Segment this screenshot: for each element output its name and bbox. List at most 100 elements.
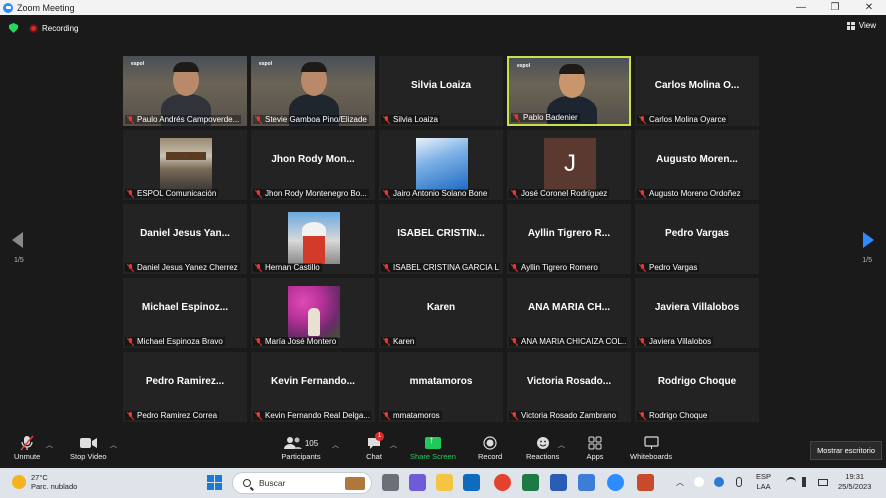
participant-tile[interactable]: Michael Espinoz... Michael Espinoza Bravo [123, 278, 247, 348]
participant-tile[interactable]: espol Pablo Badenier [507, 56, 631, 126]
participant-name: Javiera Villalobos [649, 337, 712, 346]
maximize-button[interactable]: ❐ [818, 0, 852, 15]
excel-icon[interactable] [522, 474, 539, 491]
participant-tile[interactable]: mmatamoros mmatamoros [379, 352, 503, 422]
participant-display-name: Augusto Moren... [656, 154, 738, 165]
minimize-button[interactable]: — [784, 0, 818, 15]
participant-tile[interactable]: Jairo Antonio Solano Bone [379, 130, 503, 200]
participant-tile[interactable]: ANA MARIA CH... ANA MARIA CHICAIZA COL... [507, 278, 631, 348]
clock[interactable]: 19:31 25/5/2023 [838, 472, 871, 492]
window-title: Zoom Meeting [17, 2, 75, 13]
search-highlight-image-icon [345, 477, 365, 490]
muted-microphone-icon [127, 115, 134, 124]
tray-overflow-chevron-icon[interactable]: ︿ [676, 477, 686, 487]
participant-tile[interactable]: J José Coronel Rodríguez [507, 130, 631, 200]
word-icon[interactable] [550, 474, 567, 491]
participant-tile[interactable]: Karen Karen [379, 278, 503, 348]
espol-logo: espol [517, 63, 531, 69]
show-desktop-tooltip[interactable]: Mostrar escritorio [810, 441, 882, 460]
security-shield-icon[interactable] [9, 23, 18, 33]
taskbar-search-box[interactable]: Buscar [232, 472, 372, 494]
chat-options-chevron-icon[interactable]: ︿ [390, 440, 397, 450]
participant-display-name: Ayllin Tigrero R... [527, 228, 611, 239]
wifi-icon[interactable] [786, 477, 796, 487]
participant-tile[interactable]: Pedro Ramirez... Pedro Ramirez Correa [123, 352, 247, 422]
participant-tile[interactable]: Carlos Molina O... Carlos Molina Oyarce [635, 56, 759, 126]
participant-tile[interactable]: Kevin Fernando... Kevin Fernando Real Del… [251, 352, 375, 422]
participants-button[interactable]: 105 Participants [281, 434, 321, 461]
onedrive-icon[interactable] [714, 477, 724, 487]
participant-tile[interactable]: . ESPOL Comunicación [123, 130, 247, 200]
speaker-icon[interactable] [802, 477, 810, 487]
participant-tile[interactable]: Hernan Castillo [251, 204, 375, 274]
share-screen-button[interactable]: Share Screen [410, 434, 456, 461]
record-icon [480, 434, 500, 452]
photos-icon[interactable] [578, 474, 595, 491]
chrome-icon[interactable] [494, 474, 511, 491]
participant-name-label: Paulo Andrés Campoverde... [125, 115, 242, 124]
video-options-chevron-icon[interactable]: ︿ [110, 440, 117, 450]
participant-tile[interactable]: Javiera Villalobos Javiera Villalobos [635, 278, 759, 348]
unmute-label: Unmute [14, 452, 41, 461]
weather-widget[interactable]: 27°C Parc. nublado [12, 473, 77, 491]
whiteboards-button[interactable]: Whiteboards [630, 434, 672, 461]
participant-display-name: Carlos Molina O... [654, 80, 740, 91]
participant-tile[interactable]: Victoria Rosado... Victoria Rosado Zambra… [507, 352, 631, 422]
participant-tile[interactable]: Jhon Rody Mon... Jhon Rody Montenegro Bo.… [251, 130, 375, 200]
participant-tile[interactable]: María José Montero [251, 278, 375, 348]
participant-tile[interactable]: Augusto Moren... Augusto Moreno Ordoñez [635, 130, 759, 200]
participant-tile[interactable]: espol Stevie Gamboa Pino/Elizade [251, 56, 375, 126]
participant-gallery: espol Paulo Andrés Campoverde... espol Stev… [123, 56, 763, 426]
teams-chat-icon[interactable] [409, 474, 426, 491]
powerpoint-icon[interactable] [637, 474, 654, 491]
participant-tile[interactable]: Pedro Vargas Pedro Vargas [635, 204, 759, 274]
view-button[interactable]: View [846, 21, 876, 30]
reactions-options-chevron-icon[interactable]: ︿ [558, 440, 565, 450]
participant-name-label: Karen [381, 337, 417, 346]
reactions-button[interactable]: Reactions [526, 434, 559, 461]
language-indicator[interactable]: ESP LAA [756, 472, 771, 492]
chat-unread-badge: 1 [375, 432, 384, 441]
muted-microphone-icon [511, 263, 518, 272]
apps-button[interactable]: Apps [585, 434, 605, 461]
cloud-icon[interactable] [694, 477, 704, 487]
muted-microphone-icon [639, 337, 646, 346]
chat-bubble-icon: 1 [364, 432, 384, 452]
previous-page-arrow-icon[interactable] [12, 232, 23, 248]
participants-icon [283, 437, 302, 449]
participant-name-label: Ayllin Tigrero Romero [509, 263, 600, 272]
grid-view-icon [846, 21, 855, 30]
chat-button[interactable]: 1 Chat [364, 432, 384, 461]
participant-tile[interactable]: Ayllin Tigrero R... Ayllin Tigrero Romero [507, 204, 631, 274]
participant-name-label: Victoria Rosado Zambrano [509, 411, 619, 420]
participant-tile[interactable]: Rodrigo Choque Rodrigo Choque [635, 352, 759, 422]
audio-options-chevron-icon[interactable]: ︿ [46, 440, 53, 450]
microphone-tray-icon[interactable] [736, 477, 742, 487]
close-button[interactable]: ✕ [852, 0, 886, 15]
zoom-taskbar-icon[interactable] [607, 474, 624, 491]
record-button[interactable]: Record [478, 434, 502, 461]
participants-options-chevron-icon[interactable]: ︿ [332, 440, 339, 450]
participant-tile[interactable]: espol Paulo Andrés Campoverde... [123, 56, 247, 126]
next-page-arrow-icon[interactable] [863, 232, 874, 248]
stop-video-button[interactable]: Stop Video [70, 434, 107, 461]
participant-tile[interactable]: Silvia Loaiza Silvia Loaiza [379, 56, 503, 126]
file-explorer-icon[interactable] [436, 474, 453, 491]
windows-start-icon[interactable] [207, 475, 222, 490]
muted-microphone-icon [383, 263, 390, 272]
muted-microphone-icon [511, 337, 518, 346]
unmute-button[interactable]: Unmute [14, 434, 40, 461]
battery-icon[interactable] [818, 479, 828, 486]
weather-partly-cloudy-icon [12, 475, 26, 489]
participant-name: Ayllin Tigrero Romero [521, 263, 598, 272]
search-icon [243, 479, 251, 487]
participant-tile[interactable]: ISABEL CRISTIN... ISABEL CRISTINA GARCIA … [379, 204, 503, 274]
participant-name-label: Daniel Jesus Yanez Cherrez [125, 263, 240, 272]
participant-name-label: Hernan Castillo [253, 263, 322, 272]
participant-name: Karen [393, 337, 415, 346]
task-view-icon[interactable] [382, 474, 399, 491]
recording-label[interactable]: Recording [42, 24, 78, 33]
muted-microphone-icon [255, 189, 262, 198]
outlook-icon[interactable] [463, 474, 480, 491]
participant-tile[interactable]: Daniel Jesus Yan... Daniel Jesus Yanez Ch… [123, 204, 247, 274]
